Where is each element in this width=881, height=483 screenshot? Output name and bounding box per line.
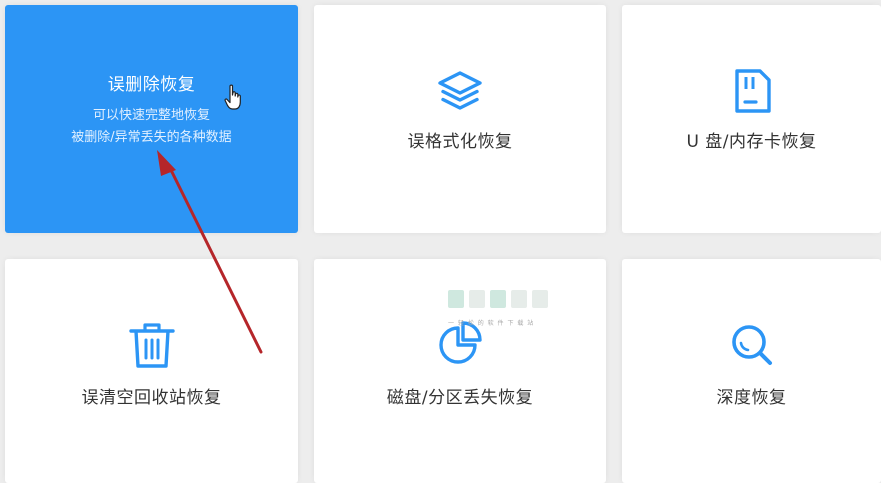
card-description: 可以快速完整地恢复 被删除/异常丢失的各种数据 (71, 105, 231, 149)
card-title: 磁盘/分区丢失恢复 (386, 388, 534, 408)
card-title: 误删除恢复 (107, 75, 196, 95)
hand-cursor-icon (224, 84, 241, 110)
card-accidental-delete-recovery[interactable]: 误删除恢复 可以快速完整地恢复 被删除/异常丢失的各种数据 (5, 5, 298, 233)
search-icon (731, 325, 772, 365)
layers-icon (438, 71, 482, 110)
trash-icon (128, 323, 175, 368)
card-description-line-1: 可以快速完整地恢复 (92, 108, 210, 123)
card-title: 深度恢复 (716, 388, 787, 408)
card-partition-recovery[interactable]: 磁盘/分区丢失恢复 (314, 259, 606, 483)
card-title: U 盘/内存卡恢复 (686, 132, 817, 152)
card-deep-recovery[interactable]: 深度恢复 (622, 259, 881, 483)
pie-chart-icon (439, 321, 482, 364)
sd-card-icon (734, 69, 771, 113)
card-description-line-2: 被删除/异常丢失的各种数据 (71, 130, 232, 145)
card-format-recovery[interactable]: 误格式化恢复 (314, 5, 606, 233)
card-title: 误清空回收站恢复 (81, 388, 222, 408)
card-title: 误格式化恢复 (407, 132, 513, 152)
card-recycle-bin-recovery[interactable]: 误清空回收站恢复 (5, 259, 298, 483)
card-usb-sd-recovery[interactable]: U 盘/内存卡恢复 (622, 5, 881, 233)
